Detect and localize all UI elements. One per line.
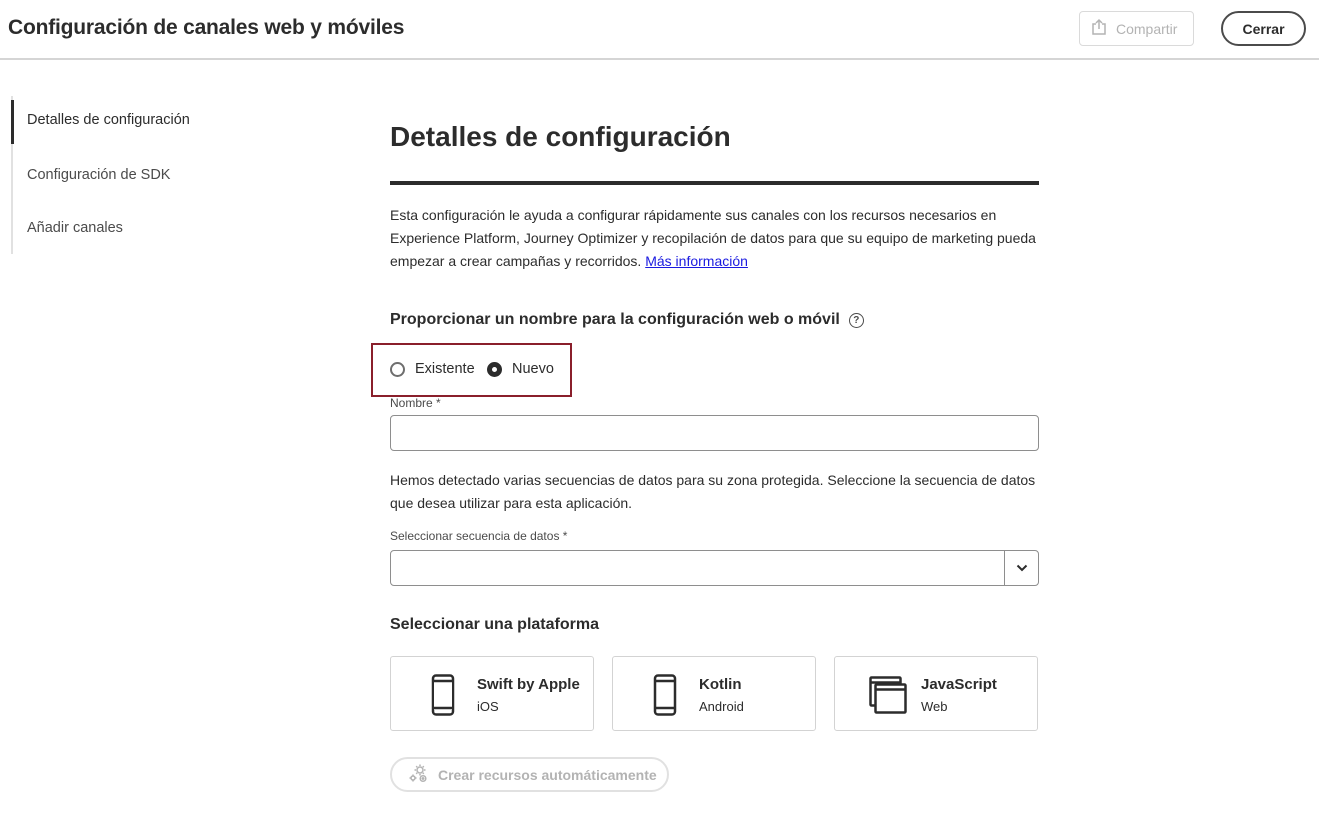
name-field-label: Nombre *	[390, 396, 441, 410]
more-info-link[interactable]: Más información	[645, 253, 748, 269]
radio-new-label: Nuevo	[512, 361, 554, 377]
radio-circle-icon	[390, 361, 405, 377]
chevron-down-icon	[1016, 559, 1028, 577]
name-label-text: Nombre	[390, 396, 433, 410]
platform-section-heading: Seleccionar una plataforma	[390, 616, 599, 633]
sidebar-item-label: Añadir canales	[27, 220, 123, 236]
name-section-heading: Proporcionar un nombre para la configura…	[390, 311, 864, 329]
share-button-label: Compartir	[1116, 20, 1178, 37]
app-title: Configuración de canales web y móviles	[8, 16, 405, 39]
platform-card-title: Kotlin	[699, 676, 742, 693]
platform-card-kotlin[interactable]: Kotlin Android	[612, 656, 816, 731]
radio-existing-label: Existente	[415, 361, 475, 377]
sidebar-item-label: Configuración de SDK	[27, 167, 171, 183]
title-divider	[390, 181, 1039, 185]
name-input[interactable]	[390, 415, 1039, 451]
datastream-field-label: Seleccionar secuencia de datos *	[390, 529, 567, 543]
share-icon	[1090, 18, 1108, 39]
share-button[interactable]: Compartir	[1079, 11, 1194, 46]
radio-existing[interactable]: Existente	[390, 361, 475, 377]
sidebar-item-sdk-configuration[interactable]: Configuración de SDK	[13, 151, 293, 199]
description: Esta configuración le ayuda a configurar…	[390, 204, 1040, 273]
datastream-label-text: Seleccionar secuencia de datos	[390, 529, 560, 543]
dropdown-button[interactable]	[1004, 551, 1038, 585]
auto-create-resources-button[interactable]: Crear recursos automáticamente	[390, 757, 669, 792]
page-title: Detalles de configuración	[390, 121, 731, 152]
required-asterisk: *	[562, 529, 568, 543]
phone-icon	[653, 674, 677, 721]
platform-card-subtitle: Android	[699, 699, 744, 714]
sidebar-nav: Detalles de configuración Configuración …	[11, 96, 311, 254]
radio-checked-icon	[487, 361, 502, 377]
sidebar-item-label: Detalles de configuración	[27, 112, 190, 128]
main-content: Detalles de configuración Esta configura…	[371, 0, 1040, 839]
platform-card-javascript[interactable]: JavaScript Web	[834, 656, 1038, 731]
close-button[interactable]: Cerrar	[1221, 11, 1306, 46]
browser-windows-icon	[869, 676, 907, 719]
auto-create-label: Crear recursos automáticamente	[438, 766, 657, 783]
platform-card-subtitle: iOS	[477, 699, 499, 714]
platform-card-swift[interactable]: Swift by Apple iOS	[390, 656, 594, 731]
name-section-heading-text: Proporcionar un nombre para la configura…	[390, 311, 840, 328]
datastream-hint: Hemos detectado varias secuencias de dat…	[390, 472, 1036, 511]
platform-card-subtitle: Web	[921, 699, 948, 714]
phone-icon	[431, 674, 455, 721]
required-asterisk: *	[436, 396, 441, 410]
sidebar-item-configuration-details[interactable]: Detalles de configuración	[11, 96, 293, 144]
platform-card-title: Swift by Apple	[477, 676, 580, 693]
gears-icon	[408, 763, 428, 786]
sidebar-item-add-channels[interactable]: Añadir canales	[13, 204, 293, 252]
help-icon[interactable]: ?	[848, 312, 864, 328]
datastream-select[interactable]	[390, 550, 1039, 586]
radio-new[interactable]: Nuevo	[487, 361, 554, 377]
platform-card-title: JavaScript	[921, 676, 997, 693]
